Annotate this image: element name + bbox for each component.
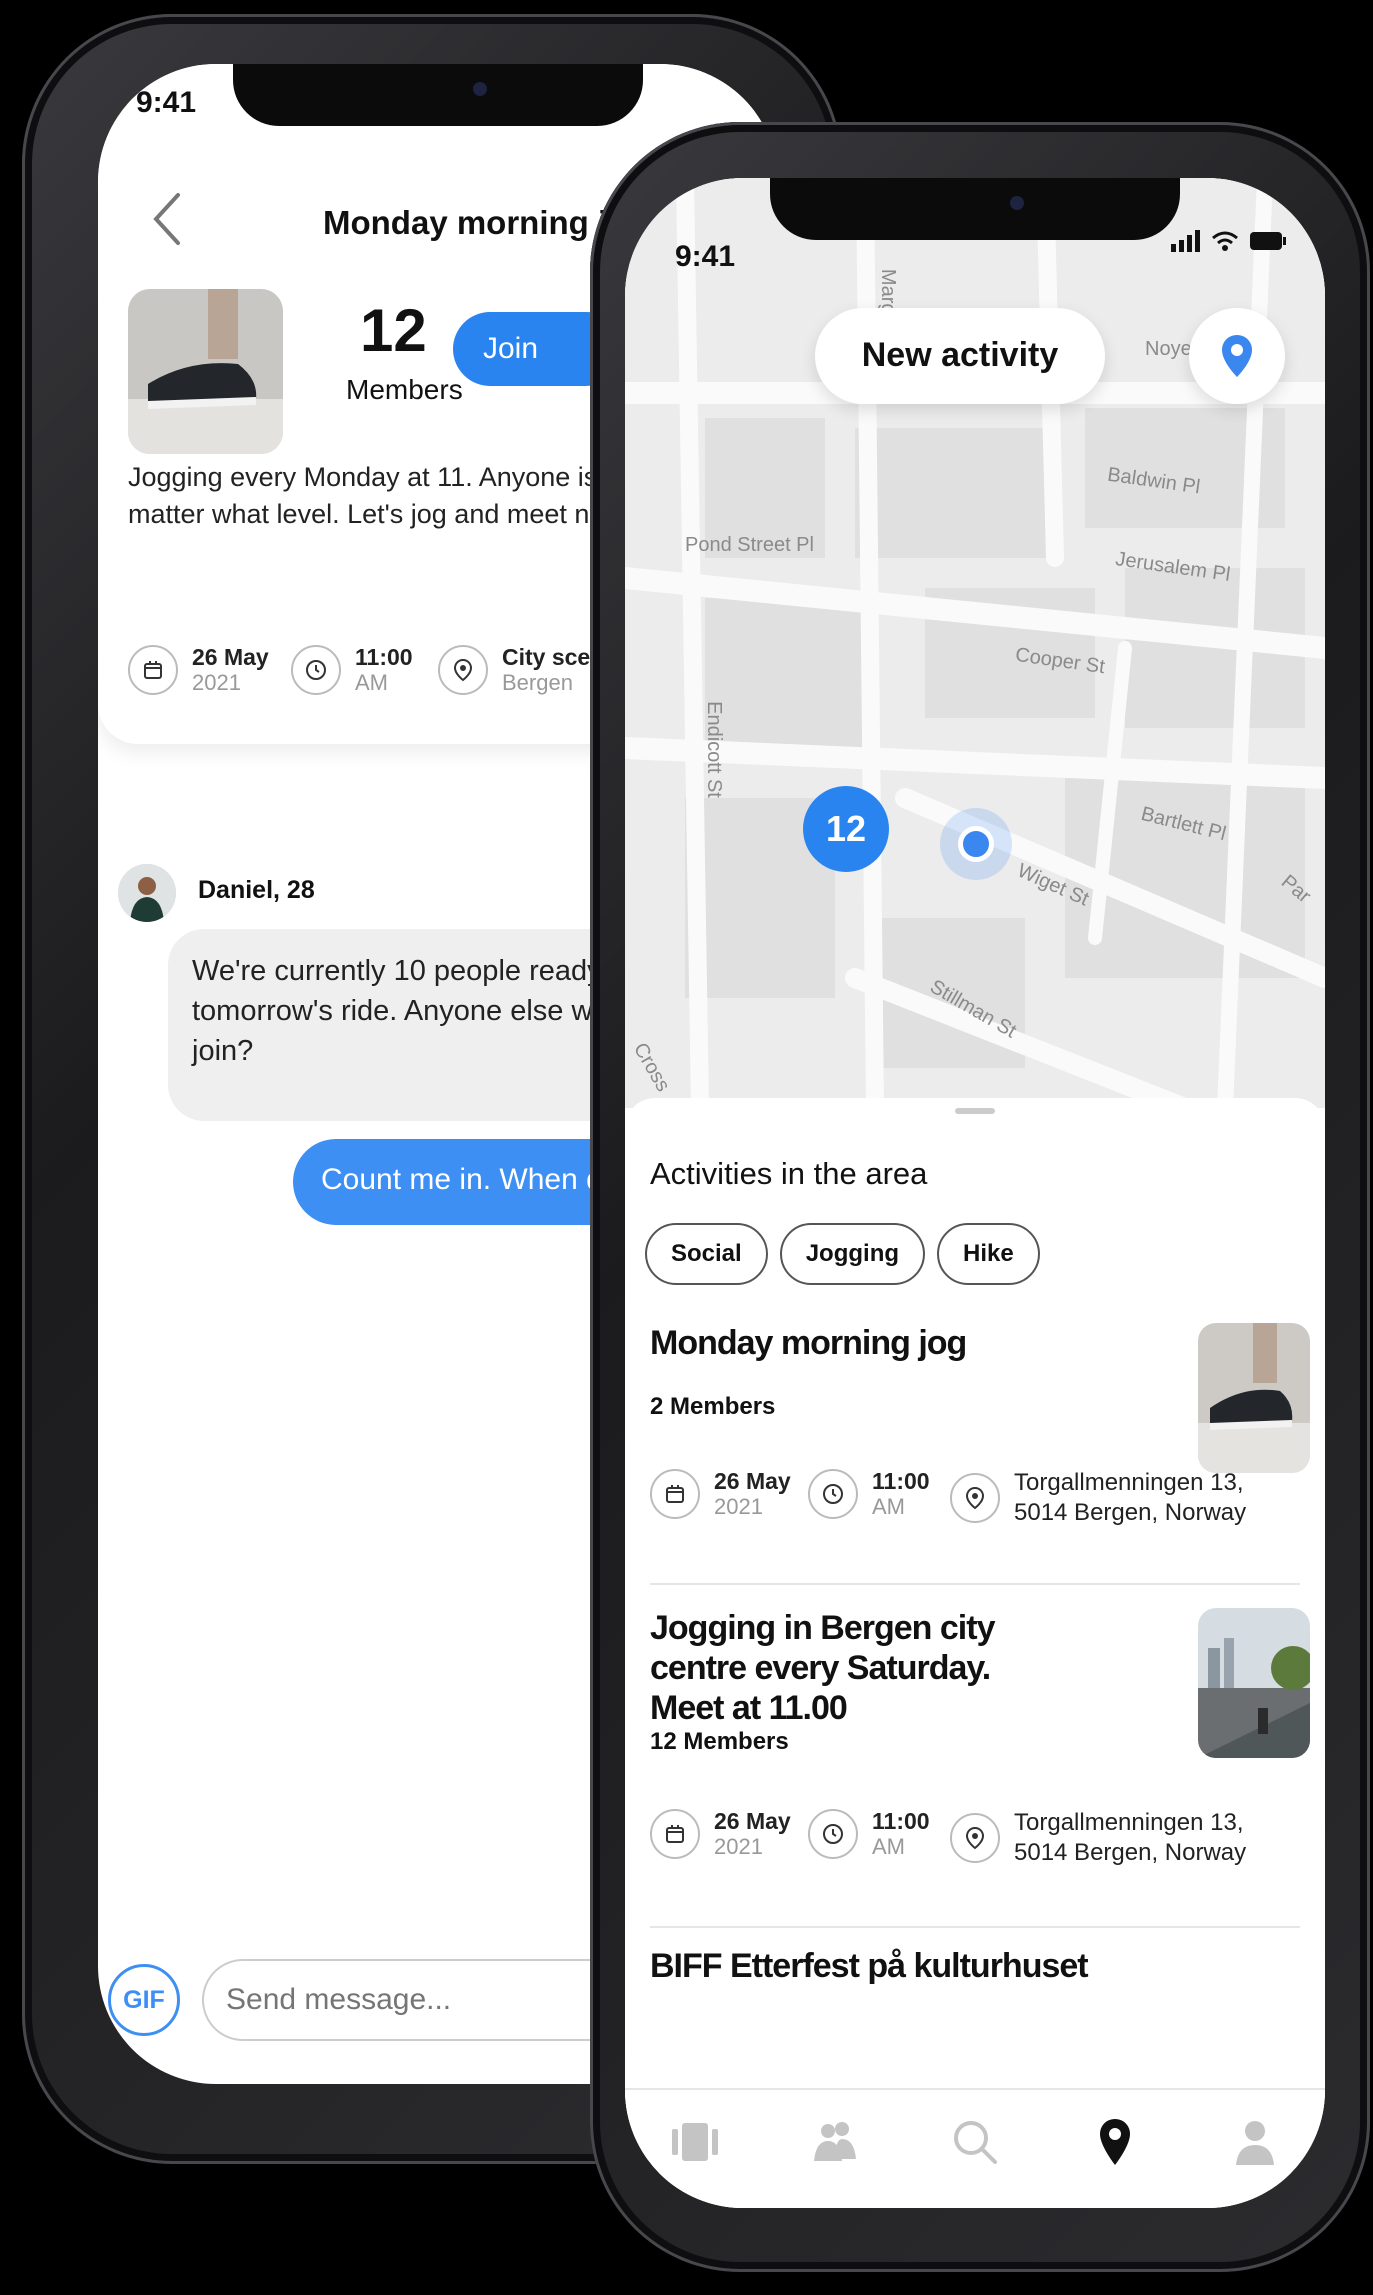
search-icon	[954, 2120, 997, 2164]
current-location-dot	[958, 826, 994, 862]
date-main: 26 May	[714, 1808, 791, 1834]
date-main: 26 May	[192, 644, 269, 670]
gif-button[interactable]: GIF	[108, 1964, 180, 2036]
members-count: 12	[360, 297, 427, 364]
filter-chips: Social Jogging Hike	[645, 1223, 1040, 1285]
clock-icon	[808, 1809, 858, 1859]
time-info: 11:00 AM	[808, 1468, 930, 1520]
map-pin-icon	[1100, 2118, 1130, 2165]
street-label: Endicott St	[702, 701, 725, 798]
divider	[650, 1583, 1300, 1585]
activity-title: Jogging in Bergen city centre every Satu…	[650, 1609, 995, 1727]
location-icon	[950, 1813, 1000, 1863]
notch	[770, 178, 1180, 240]
activity-cluster-marker[interactable]: 12	[803, 786, 889, 872]
tab-search[interactable]	[948, 2115, 1002, 2174]
tab-people[interactable]	[808, 2115, 862, 2174]
location-pin-icon	[1222, 335, 1252, 377]
location-icon	[438, 645, 488, 695]
date-main: 26 May	[714, 1468, 791, 1494]
date-info: 26 May 2021	[650, 1808, 791, 1860]
time-info: 11:00 AM	[808, 1808, 930, 1860]
clock-icon	[808, 1469, 858, 1519]
sheet-title: Activities in the area	[650, 1156, 928, 1191]
people-icon	[814, 2121, 856, 2161]
calendar-icon	[128, 645, 178, 695]
time-sub: AM	[872, 1834, 905, 1859]
address-line-2: 5014 Bergen, Norway	[1014, 1839, 1247, 1866]
calendar-icon	[650, 1809, 700, 1859]
back-chevron-icon[interactable]	[148, 189, 188, 249]
cards-icon	[672, 2122, 718, 2161]
status-time: 9:41	[675, 240, 736, 273]
activity-item[interactable]: Monday morning jog 2 Members 26 May 2021 …	[650, 1323, 1310, 1563]
tab-profile[interactable]	[1228, 2115, 1282, 2174]
chip-social[interactable]: Social	[645, 1223, 768, 1285]
clock-icon	[291, 645, 341, 695]
activities-sheet: Activities in the area Social Jogging Hi…	[625, 1098, 1325, 2208]
address-line-1: Torgallmenningen 13,	[1014, 1469, 1244, 1496]
sender-name: Daniel, 28	[198, 876, 315, 904]
sheet-handle[interactable]	[955, 1108, 995, 1114]
tab-map[interactable]	[1088, 2115, 1142, 2174]
status-icons	[1171, 230, 1287, 252]
location-icon	[950, 1473, 1000, 1523]
time-main: 11:00	[872, 1468, 930, 1494]
date-sub: 2021	[714, 1494, 763, 1519]
time-info: 11:00 AM	[291, 644, 413, 696]
time-main: 11:00	[872, 1808, 930, 1834]
avatar	[118, 864, 176, 922]
activity-members: 2 Members	[650, 1393, 776, 1420]
calendar-icon	[650, 1469, 700, 1519]
new-activity-button[interactable]: New activity	[815, 308, 1105, 404]
time-main: 11:00	[355, 644, 413, 670]
locate-button[interactable]	[1189, 308, 1285, 404]
street-label: Pond Street Pl	[685, 534, 814, 556]
battery-icon	[1250, 232, 1286, 250]
activity-thumbnail	[128, 289, 283, 454]
address-line-2: 5014 Bergen, Norway	[1014, 1499, 1247, 1526]
profile-icon	[1236, 2120, 1274, 2165]
address-info: Torgallmenningen 13, 5014 Bergen, Norway	[950, 1808, 1246, 1868]
wifi-icon	[1212, 231, 1238, 251]
tab-bar	[625, 2088, 1325, 2208]
activity-image	[1198, 1323, 1310, 1473]
chip-hike[interactable]: Hike	[937, 1223, 1040, 1285]
activity-title: BIFF Etterfest på kulturhuset	[650, 1947, 1089, 1985]
time-sub: AM	[355, 670, 388, 695]
signal-icon	[1171, 230, 1200, 252]
address-info: Torgallmenningen 13, 5014 Bergen, Norway	[950, 1468, 1246, 1528]
members-label: Members	[346, 374, 463, 405]
status-time: 9:41	[136, 86, 197, 119]
activity-members: 12 Members	[650, 1728, 789, 1755]
tab-cards[interactable]	[668, 2115, 722, 2174]
date-sub: 2021	[714, 1834, 763, 1859]
divider	[650, 1926, 1300, 1928]
activity-image	[1198, 1608, 1310, 1758]
chip-jogging[interactable]: Jogging	[779, 1223, 926, 1285]
date-info: 26 May 2021	[128, 644, 269, 696]
date-sub: 2021	[192, 670, 241, 695]
notch	[233, 64, 643, 126]
date-info: 26 May 2021	[650, 1468, 791, 1520]
activity-item[interactable]: BIFF Etterfest på kulturhuset	[650, 1946, 1300, 2006]
map-screen: Pond Street Pl Baldwin Pl Jerusalem Pl C…	[625, 178, 1325, 2208]
address-line-1: Torgallmenningen 13,	[1014, 1809, 1244, 1836]
activity-item[interactable]: Jogging in Bergen city centre every Satu…	[650, 1608, 1310, 1908]
time-sub: AM	[872, 1494, 905, 1519]
